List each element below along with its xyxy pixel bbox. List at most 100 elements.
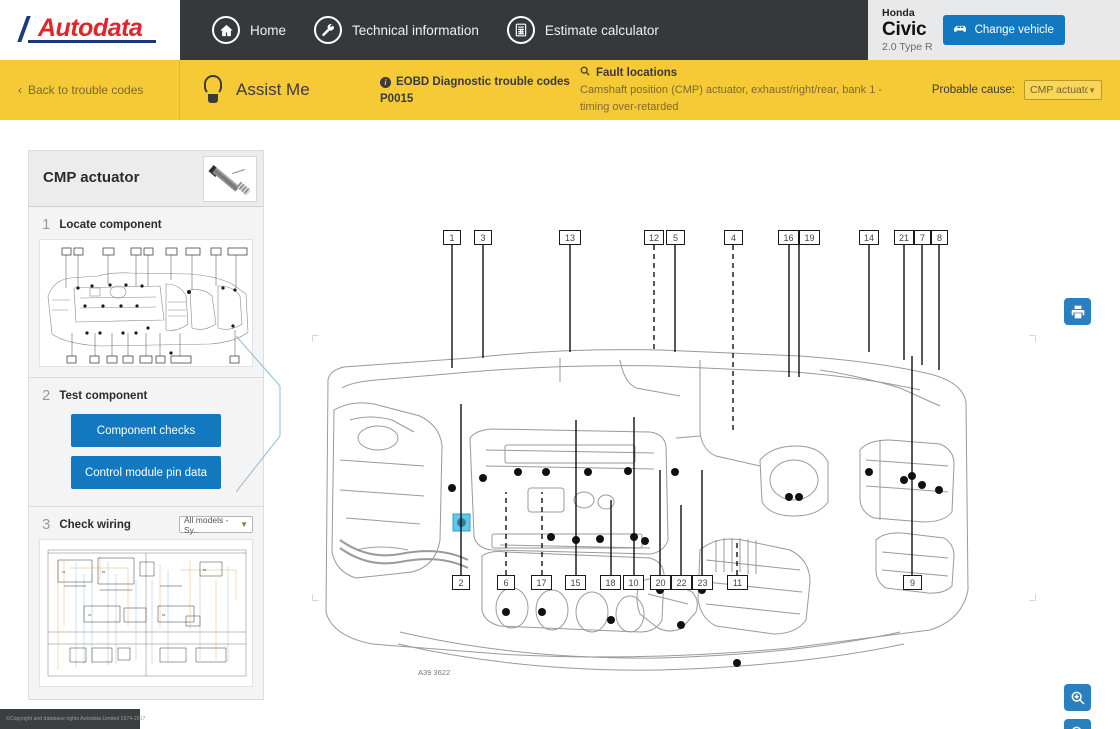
component-title: CMP actuator: [43, 169, 139, 186]
step-test-component: 2 Test component Component checks Contro…: [29, 378, 263, 507]
component-checks-button[interactable]: Component checks: [71, 414, 221, 447]
svg-text:A1: A1: [62, 570, 66, 574]
app-header: Autodata Home Technical information: [0, 0, 1120, 60]
wiring-diagram-thumbnail[interactable]: A1 B2 C3 D4 E5: [39, 539, 253, 687]
nav-label-home: Home: [250, 23, 286, 38]
svg-text:C3: C3: [88, 613, 92, 617]
step-3-header: 3 Check wiring All models - Sy.. ▼: [29, 507, 263, 539]
info-icon: i: [380, 77, 391, 88]
probable-cause-label: Probable cause:: [932, 84, 1015, 96]
callout-label-5[interactable]: 5: [666, 230, 685, 245]
probable-cause-value: CMP actuator: [1030, 84, 1088, 96]
callout-label-19[interactable]: 19: [799, 230, 820, 245]
lightbulb-icon: [202, 75, 224, 105]
step-1-number: 1: [42, 216, 50, 233]
control-module-pin-data-button[interactable]: Control module pin data: [71, 456, 221, 489]
callout-label-13[interactable]: 13: [559, 230, 581, 245]
zoom-out-button[interactable]: [1064, 719, 1091, 729]
diagram-corner-bl: [312, 594, 319, 601]
vehicle-selector: Honda Civic 2.0 Type R Change vehicle: [868, 0, 1120, 60]
main-diagram[interactable]: [290, 130, 1060, 709]
diagram-corner-tr: [1029, 335, 1036, 342]
assist-me-label: Assist Me: [236, 80, 310, 100]
copyright-text: ©Copyright and database rights Autodata …: [6, 716, 145, 722]
content-area: CMP actuator 1 Locate component: [0, 120, 1120, 729]
dtc-block: i EOBD Diagnostic trouble codes P0015: [380, 60, 580, 120]
fault-title-row: Fault locations: [580, 65, 910, 82]
svg-text:D4: D4: [162, 613, 166, 617]
logo-slash-mark: [17, 16, 30, 42]
logo-underline: [28, 40, 156, 43]
search-icon: [580, 65, 590, 82]
fault-description: Camshaft position (CMP) actuator, exhaus…: [580, 82, 910, 115]
assist-bar: ‹ Back to trouble codes Assist Me i EOBD…: [0, 60, 1120, 120]
wrench-icon: [314, 16, 342, 44]
callout-label-22[interactable]: 22: [671, 575, 692, 590]
callout-label-16[interactable]: 16: [778, 230, 799, 245]
dtc-code: P0015: [380, 91, 570, 108]
callout-label-12[interactable]: 12: [644, 230, 664, 245]
zoom-in-icon: [1070, 690, 1086, 706]
dtc-title-row: i EOBD Diagnostic trouble codes: [380, 74, 570, 91]
printer-icon: [1070, 304, 1086, 320]
chevron-left-icon: ‹: [18, 83, 22, 97]
vehicle-variant: 2.0 Type R: [882, 41, 933, 53]
callout-label-7[interactable]: 7: [914, 230, 931, 245]
vehicle-model: Civic: [882, 19, 933, 41]
callout-label-9[interactable]: 9: [903, 575, 922, 590]
step-1-label: Locate component: [59, 219, 161, 231]
autodata-logo[interactable]: Autodata: [0, 0, 180, 60]
callout-label-17[interactable]: 17: [531, 575, 552, 590]
main-nav: Home Technical information Estimate calc…: [180, 0, 868, 60]
callout-label-4[interactable]: 4: [724, 230, 743, 245]
chevron-down-icon: ▼: [1088, 86, 1096, 95]
callout-label-1[interactable]: 1: [443, 230, 461, 245]
callout-label-21[interactable]: 21: [894, 230, 914, 245]
wiring-diagram-svg: A1 B2 C3 D4 E5: [40, 540, 253, 687]
callout-label-20[interactable]: 20: [650, 575, 671, 590]
zoom-in-button[interactable]: [1064, 684, 1091, 711]
models-filter-value: All models - Sy..: [184, 515, 240, 535]
car-icon: [952, 23, 968, 37]
step-check-wiring: 3 Check wiring All models - Sy.. ▼: [29, 507, 263, 687]
locate-component-thumbnail[interactable]: [39, 239, 253, 367]
component-panel: CMP actuator 1 Locate component: [28, 150, 264, 700]
engine-bay-thumbnail-svg: [40, 240, 253, 367]
callout-label-3[interactable]: 3: [474, 230, 492, 245]
nav-item-technical-information[interactable]: Technical information: [314, 16, 479, 44]
vehicle-info: Honda Civic 2.0 Type R: [882, 7, 933, 53]
svg-text:B2: B2: [102, 570, 106, 574]
footer-bar: ©Copyright and database rights Autodata …: [0, 709, 140, 729]
print-button[interactable]: [1064, 298, 1091, 325]
models-filter-select[interactable]: All models - Sy.. ▼: [179, 516, 253, 533]
nav-item-estimate-calculator[interactable]: Estimate calculator: [507, 16, 659, 44]
change-vehicle-button[interactable]: Change vehicle: [943, 15, 1065, 45]
nav-label-technical-information: Technical information: [352, 23, 479, 38]
callout-label-10[interactable]: 10: [623, 575, 644, 590]
step-1-header: 1 Locate component: [29, 207, 263, 239]
step-2-label: Test component: [59, 390, 147, 402]
callout-label-15[interactable]: 15: [565, 575, 586, 590]
callout-label-2[interactable]: 2: [452, 575, 470, 590]
chevron-down-icon: ▼: [240, 520, 248, 529]
callout-label-14[interactable]: 14: [859, 230, 879, 245]
nav-item-home[interactable]: Home: [212, 16, 286, 44]
vehicle-make: Honda: [882, 7, 933, 19]
callout-label-18[interactable]: 18: [600, 575, 621, 590]
probable-cause-block: Probable cause: CMP actuator ▼: [932, 60, 1120, 120]
step-3-label: Check wiring: [59, 519, 131, 531]
callout-label-11[interactable]: 11: [727, 575, 748, 590]
back-to-trouble-codes-link[interactable]: ‹ Back to trouble codes: [0, 60, 180, 120]
callout-label-6[interactable]: 6: [497, 575, 515, 590]
back-link-label: Back to trouble codes: [28, 83, 143, 97]
step-locate-component: 1 Locate component: [29, 207, 263, 378]
step-2-number: 2: [42, 387, 50, 404]
component-panel-header: CMP actuator: [29, 151, 263, 207]
svg-text:E5: E5: [203, 568, 207, 572]
callout-label-23[interactable]: 23: [692, 575, 713, 590]
dtc-title: EOBD Diagnostic trouble codes: [396, 74, 570, 91]
step-3-number: 3: [42, 516, 50, 533]
fault-title: Fault locations: [596, 65, 677, 82]
probable-cause-select[interactable]: CMP actuator ▼: [1024, 80, 1102, 100]
callout-label-8[interactable]: 8: [931, 230, 948, 245]
